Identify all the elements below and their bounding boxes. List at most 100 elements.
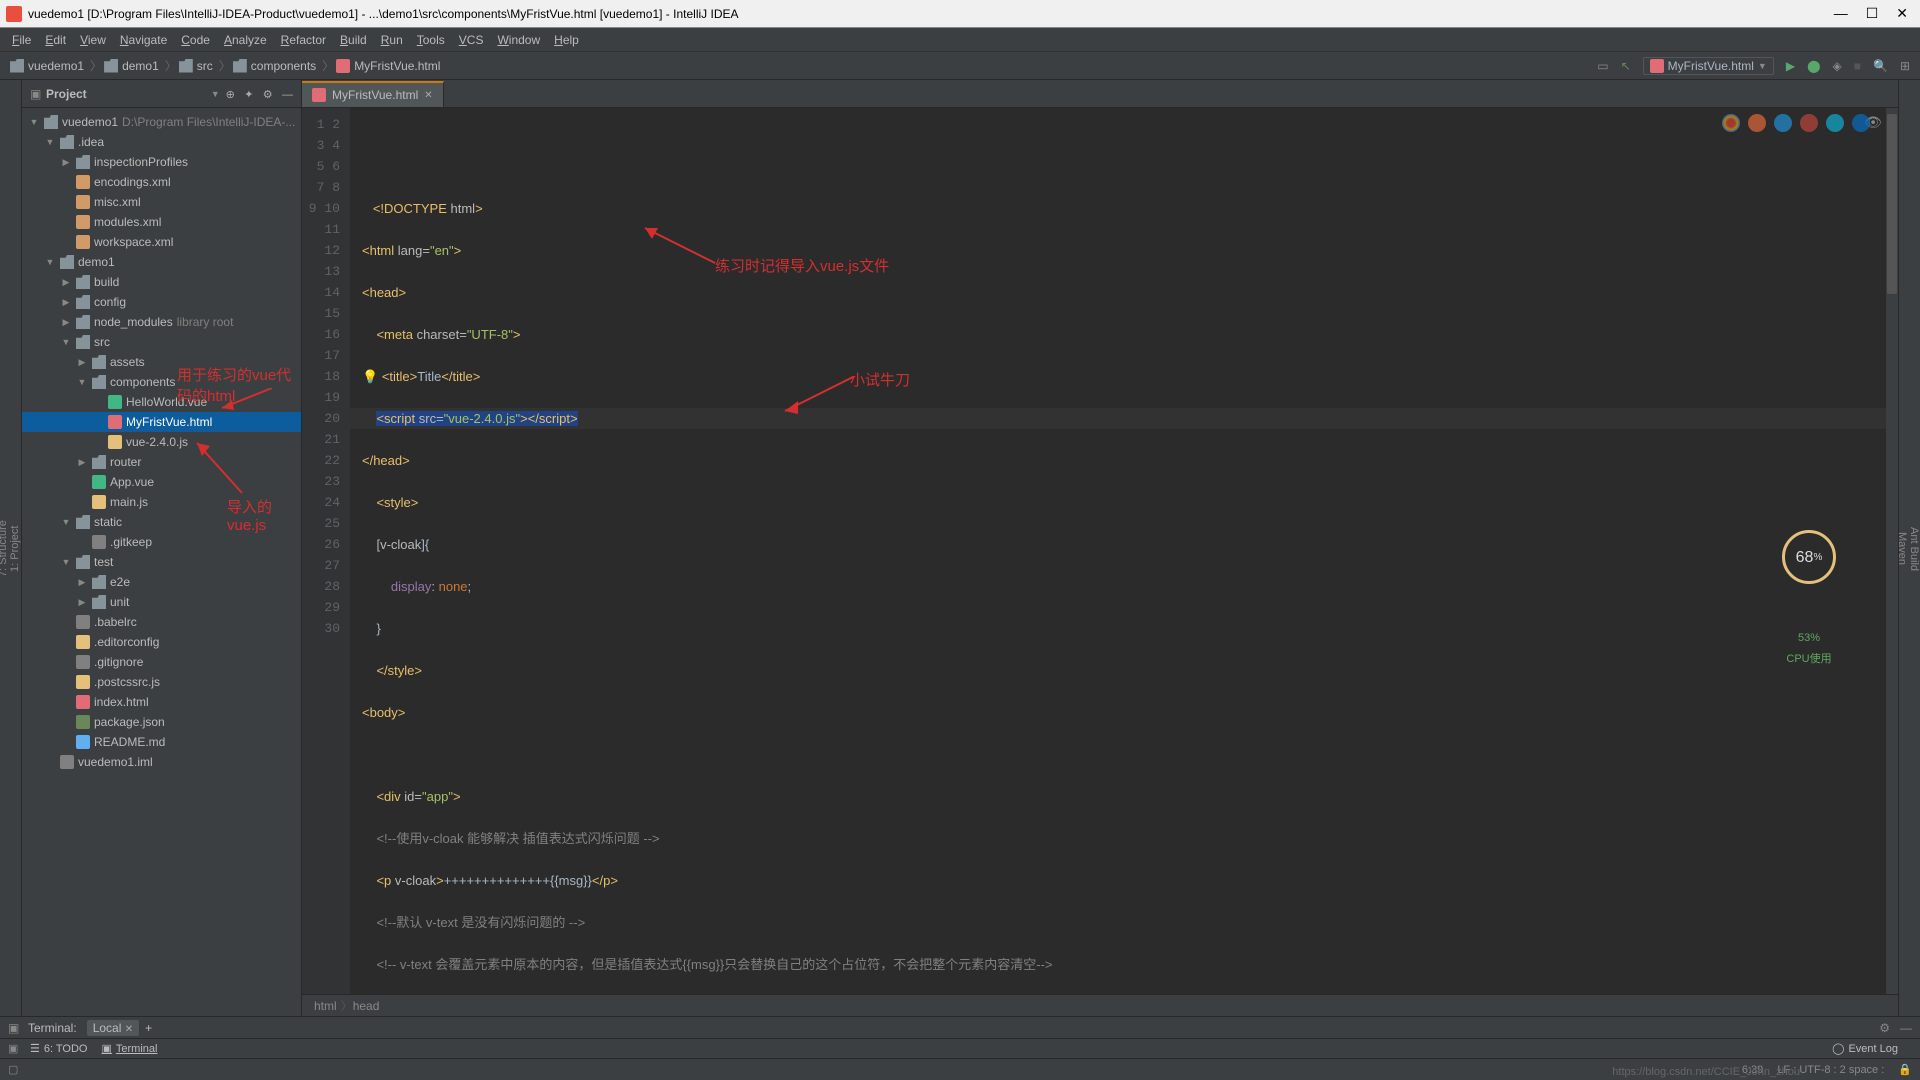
tree-node-demo1[interactable]: ▼demo1 — [22, 252, 301, 272]
tree-node-vuedemo1-iml[interactable]: vuedemo1.iml — [22, 752, 301, 772]
maximize-button[interactable]: ☐ — [1866, 5, 1879, 22]
code-breadcrumb-item[interactable]: html — [314, 999, 337, 1013]
tree-node-helloworld-vue[interactable]: HelloWorld.vue — [22, 392, 301, 412]
tree-node--babelrc[interactable]: .babelrc — [22, 612, 301, 632]
tree-node-build[interactable]: ▶build — [22, 272, 301, 292]
collapse-icon[interactable]: ⊕ — [226, 89, 235, 101]
tree-node--gitignore[interactable]: .gitignore — [22, 652, 301, 672]
gutter-tab[interactable]: Ant Build — [1908, 90, 1920, 1008]
breadcrumb-item[interactable]: src — [179, 59, 213, 73]
hide-icon[interactable]: — — [282, 89, 293, 101]
stop-button[interactable]: ■ — [1854, 59, 1861, 73]
event-log-tab[interactable]: ◯Event Log — [1832, 1042, 1898, 1055]
tree-node-misc-xml[interactable]: misc.xml — [22, 192, 301, 212]
left-tool-gutter: 1: Project7: Structure2: Favorites — [0, 80, 22, 1016]
edge-icon[interactable] — [1852, 114, 1870, 132]
code-pane[interactable]: 👁 <!DOCTYPE html> <html lang="en"> <head… — [350, 108, 1886, 994]
tree-node-vuedemo1[interactable]: ▼vuedemo1D:\Program Files\IntelliJ-IDEA-… — [22, 112, 301, 132]
project-toggle-icon[interactable]: ▣ — [30, 87, 42, 101]
tree-node-test[interactable]: ▼test — [22, 552, 301, 572]
tree-node-vue-2-4-0-js[interactable]: vue-2.4.0.js — [22, 432, 301, 452]
breadcrumb-item[interactable]: demo1 — [104, 59, 159, 73]
terminal-hide-icon[interactable]: — — [1900, 1021, 1912, 1035]
gutter-tab[interactable]: 1: Project — [9, 90, 21, 1008]
menu-tools[interactable]: Tools — [411, 31, 451, 49]
tree-node-readme-md[interactable]: README.md — [22, 732, 301, 752]
terminal-settings-icon[interactable]: ⚙ — [1879, 1021, 1890, 1035]
back-icon[interactable]: ↖ — [1621, 59, 1631, 73]
ie-icon[interactable] — [1826, 114, 1844, 132]
menu-help[interactable]: Help — [548, 31, 585, 49]
menu-navigate[interactable]: Navigate — [114, 31, 173, 49]
tree-node--editorconfig[interactable]: .editorconfig — [22, 632, 301, 652]
breadcrumb-item[interactable]: MyFristVue.html — [336, 59, 440, 73]
expand-icon[interactable]: ✦ — [244, 89, 253, 101]
coverage-button[interactable]: ◈ — [1833, 59, 1842, 73]
settings-icon[interactable]: ⚙ — [263, 89, 273, 101]
tree-node--idea[interactable]: ▼.idea — [22, 132, 301, 152]
tree-node-myfristvue-html[interactable]: MyFristVue.html — [22, 412, 301, 432]
tree-node-app-vue[interactable]: App.vue — [22, 472, 301, 492]
menu-edit[interactable]: Edit — [39, 31, 72, 49]
terminal-label: Terminal: — [28, 1021, 77, 1035]
menu-window[interactable]: Window — [491, 31, 546, 49]
tree-node-encodings-xml[interactable]: encodings.xml — [22, 172, 301, 192]
firefox-icon[interactable] — [1748, 114, 1766, 132]
code-breadcrumb-item[interactable]: head — [353, 999, 380, 1013]
breadcrumb-item[interactable]: vuedemo1 — [10, 59, 84, 73]
tool-window-icon[interactable]: ▣ — [8, 1042, 22, 1055]
tree-node-inspectionprofiles[interactable]: ▶inspectionProfiles — [22, 152, 301, 172]
opera-icon[interactable] — [1800, 114, 1818, 132]
status-icon[interactable]: ▢ — [8, 1063, 18, 1076]
tree-node-config[interactable]: ▶config — [22, 292, 301, 312]
menu-run[interactable]: Run — [375, 31, 409, 49]
tree-node-modules-xml[interactable]: modules.xml — [22, 212, 301, 232]
terminal-tab[interactable]: ▣Terminal — [101, 1042, 157, 1055]
profiler-button[interactable]: ⊞ — [1900, 59, 1910, 73]
menu-bar: FileEditViewNavigateCodeAnalyzeRefactorB… — [0, 28, 1920, 52]
project-tree[interactable]: 用于练习的vue代码的html 导入的vue.js ▼vuedemo1D:\Pr… — [22, 108, 301, 1016]
tree-node-static[interactable]: ▼static — [22, 512, 301, 532]
todo-tab[interactable]: ☰6: TODO — [30, 1042, 87, 1055]
menu-refactor[interactable]: Refactor — [275, 31, 332, 49]
run-button[interactable]: ▶ — [1786, 59, 1795, 73]
menu-vcs[interactable]: VCS — [453, 31, 490, 49]
tree-node--gitkeep[interactable]: .gitkeep — [22, 532, 301, 552]
tree-node-node-modules[interactable]: ▶node_moduleslibrary root — [22, 312, 301, 332]
tree-node-e2e[interactable]: ▶e2e — [22, 572, 301, 592]
tree-node-router[interactable]: ▶router — [22, 452, 301, 472]
close-tab-icon[interactable]: ✕ — [424, 90, 432, 101]
tree-node--postcssrc-js[interactable]: .postcssrc.js — [22, 672, 301, 692]
tree-node-main-js[interactable]: main.js — [22, 492, 301, 512]
chrome-icon[interactable] — [1722, 114, 1740, 132]
tree-node-assets[interactable]: ▶assets — [22, 352, 301, 372]
chevron-down-icon[interactable]: ▼ — [211, 89, 220, 99]
menu-code[interactable]: Code — [175, 31, 216, 49]
menu-build[interactable]: Build — [334, 31, 373, 49]
gutter-tab[interactable]: 7: Structure — [0, 90, 9, 1008]
tree-node-src[interactable]: ▼src — [22, 332, 301, 352]
tree-node-unit[interactable]: ▶unit — [22, 592, 301, 612]
safari-icon[interactable] — [1774, 114, 1792, 132]
tree-node-components[interactable]: ▼components — [22, 372, 301, 392]
editor-scrollbar[interactable] — [1886, 108, 1898, 994]
menu-file[interactable]: File — [6, 31, 37, 49]
editor-body[interactable]: 1 2 3 4 5 6 7 8 9 10 11 12 13 14 15 16 1… — [302, 108, 1898, 994]
minimize-button[interactable]: — — [1834, 5, 1848, 22]
terminal-toggle-icon[interactable]: ▣ — [8, 1021, 22, 1035]
terminal-tab-local[interactable]: Local ✕ — [87, 1020, 139, 1036]
lock-icon[interactable]: 🔒 — [1898, 1063, 1912, 1076]
debug-button[interactable]: ⬤ — [1807, 59, 1820, 73]
search-button[interactable]: 🔍 — [1873, 59, 1888, 73]
editor-tab-myfristvue[interactable]: MyFristVue.html ✕ — [302, 81, 444, 107]
menu-analyze[interactable]: Analyze — [218, 31, 273, 49]
add-terminal-button[interactable]: + — [145, 1021, 152, 1035]
tree-node-workspace-xml[interactable]: workspace.xml — [22, 232, 301, 252]
run-configuration[interactable]: MyFristVue.html ▼ — [1643, 57, 1774, 75]
tree-node-package-json[interactable]: package.json — [22, 712, 301, 732]
device-icon[interactable]: ▭ — [1597, 59, 1608, 73]
close-button[interactable]: ✕ — [1896, 5, 1908, 22]
tree-node-index-html[interactable]: index.html — [22, 692, 301, 712]
breadcrumb-item[interactable]: components — [233, 59, 316, 73]
menu-view[interactable]: View — [74, 31, 112, 49]
